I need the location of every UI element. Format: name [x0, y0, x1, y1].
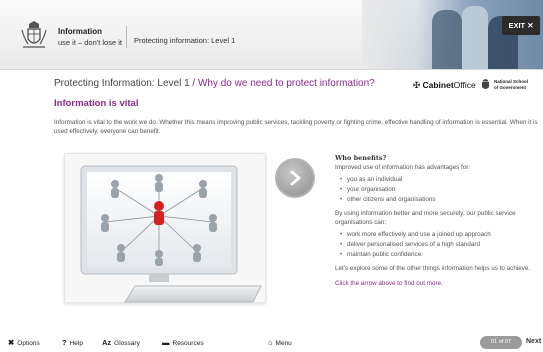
next-arrow-button[interactable]	[275, 158, 315, 198]
public-service-text: By using information better and more sec…	[335, 210, 516, 226]
list-item: work more effectively and use a joined u…	[335, 230, 535, 240]
briefcase-icon: ▬	[162, 338, 170, 347]
crest-icon: ✠	[413, 80, 421, 90]
list-item: you as an individual	[335, 175, 535, 185]
cabinet-office-logo: ✠ CabinetOffice	[413, 80, 476, 90]
course-title: Information use it – don't lose it	[58, 26, 122, 48]
header-divider	[126, 26, 127, 48]
menu-button[interactable]: ⌂ Menu	[268, 338, 292, 347]
tools-icon: ✖	[8, 338, 15, 347]
breadcrumb-level: Protecting Information: Level 1 /	[54, 78, 198, 89]
national-school-logo: National School of Government	[482, 79, 543, 91]
list-item: deliver personalised services of a high …	[335, 240, 535, 250]
module-subtitle: Protecting information: Level 1	[134, 36, 236, 45]
crest-icon	[482, 79, 489, 89]
home-icon: ⌂	[268, 338, 273, 347]
list-item: maintain public confidence.	[335, 250, 535, 260]
page-counter: 01 of 07	[480, 336, 522, 349]
breadcrumb-question: Why do we need to protect information?	[197, 78, 375, 89]
options-button[interactable]: ✖ Options	[8, 338, 40, 347]
exit-label: EXIT	[508, 21, 526, 30]
resources-button[interactable]: ▬ Resources	[162, 338, 204, 347]
glossary-icon: Az	[102, 338, 112, 347]
course-title-line1: Information	[58, 27, 102, 36]
call-to-action: Click the arrow above to find out more.	[335, 280, 443, 287]
breadcrumb: Protecting Information: Level 1 / Why do…	[54, 78, 375, 89]
monitor-network-image	[80, 165, 262, 303]
header-bar: Information use it – don't lose it Prote…	[0, 0, 543, 70]
close-icon: ✕	[527, 21, 534, 30]
explore-text: Let's explore some of the other things i…	[335, 265, 531, 272]
footer-nav: ✖ Options ? Help Az Glossary ▬ Resources ⌂ Me…	[0, 334, 543, 352]
intro-text: Information is vital to the work we do. …	[54, 119, 538, 135]
list-item: your organisation	[335, 185, 535, 195]
who-benefits-panel: Who benefits? Improved use of informatio…	[335, 154, 535, 288]
course-title-line2: use it – don't lose it	[58, 38, 122, 47]
section-heading: Information is vital	[54, 98, 139, 109]
network-illustration	[64, 153, 266, 303]
who-benefits-heading: Who benefits?	[335, 154, 387, 162]
actions-list: work more effectively and use a joined u…	[335, 230, 535, 260]
header-photo	[362, 0, 543, 69]
exit-button[interactable]: EXIT ✕	[502, 16, 540, 35]
next-button[interactable]: Next	[526, 338, 541, 345]
royal-crest-icon	[21, 21, 47, 48]
list-item: other citizens and organisations	[335, 195, 535, 205]
glossary-button[interactable]: Az Glossary	[102, 338, 140, 347]
benefits-list: you as an individual your organisation o…	[335, 175, 535, 205]
help-button[interactable]: ? Help	[62, 338, 83, 347]
help-icon: ?	[62, 338, 67, 347]
benefits-lead: Improved use of information has advantag…	[335, 164, 471, 171]
chevron-right-icon	[290, 170, 301, 186]
